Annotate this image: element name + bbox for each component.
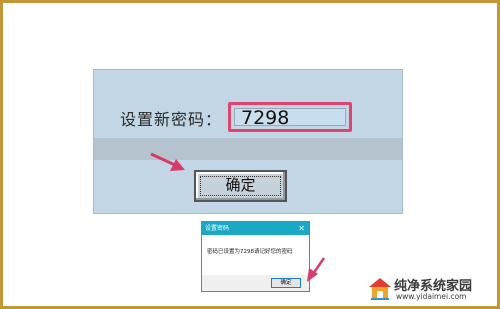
new-password-label: 设置新密码： xyxy=(120,110,223,129)
watermark: 纯净系统家园 www.yidaimei.com xyxy=(364,274,496,306)
set-password-dialog: 设置新密码： 7298 确定 xyxy=(93,69,403,214)
message-text: 密码已设置为7298请记好您的密码 xyxy=(207,249,293,255)
pointer-arrow-icon xyxy=(150,152,185,171)
message-dialog-titlebar: 设置密码 ✕ xyxy=(202,222,309,235)
confirm-button[interactable]: 确定 xyxy=(194,170,287,202)
focus-rect xyxy=(200,176,281,196)
password-input[interactable]: 7298 xyxy=(234,108,346,128)
panel-stripe xyxy=(94,138,402,160)
watermark-url: www.yidaimei.com xyxy=(396,292,467,301)
close-icon[interactable]: ✕ xyxy=(298,222,305,235)
message-ok-button[interactable]: 确定 xyxy=(271,278,301,288)
password-highlight-box: 7298 xyxy=(228,102,352,132)
message-dialog-footer: 确定 xyxy=(202,275,309,291)
message-dialog: 设置密码 ✕ 密码已设置为7298请记好您的密码 确定 xyxy=(201,221,310,292)
pointer-arrow-icon xyxy=(307,257,326,282)
house-logo-icon xyxy=(369,278,391,300)
message-dialog-title: 设置密码 xyxy=(205,225,230,232)
